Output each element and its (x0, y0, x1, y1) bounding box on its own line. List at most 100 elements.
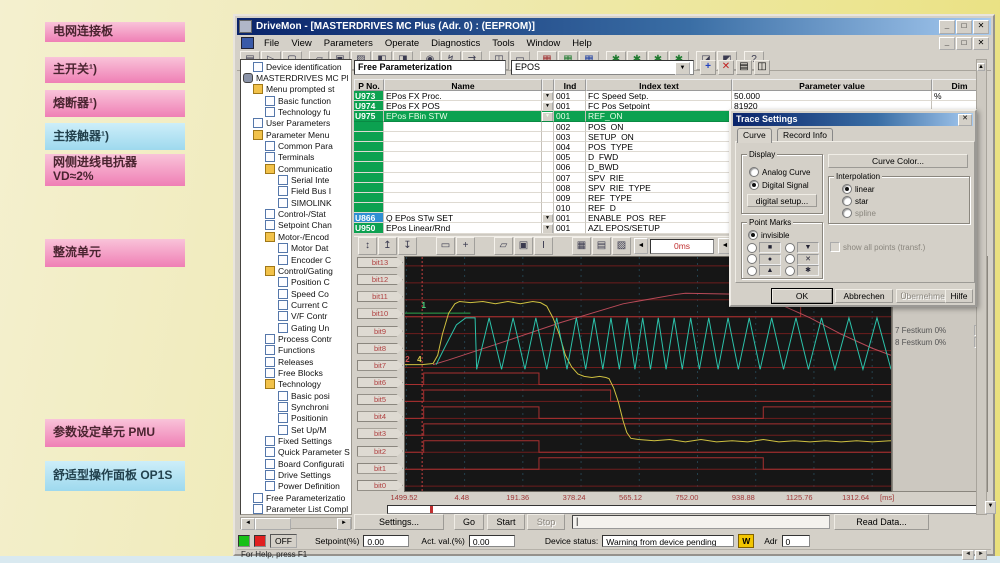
add-row-button[interactable]: + (700, 60, 716, 75)
tree-item[interactable]: Functions (241, 345, 351, 356)
row-combo-button[interactable]: ▼ (542, 111, 554, 121)
tree-item[interactable]: V/F Contr (241, 311, 351, 322)
tree-item[interactable]: Common Para (241, 140, 351, 151)
bit-tag[interactable]: bit7 (357, 360, 403, 371)
scroll-up-button[interactable]: ▲ (977, 63, 985, 71)
tree-item[interactable]: Technology (241, 379, 351, 390)
zoom-in-y-icon[interactable]: ↥ (378, 237, 397, 255)
menu-item[interactable]: Parameters (318, 38, 379, 49)
tree-item[interactable]: Device identification (241, 61, 351, 72)
trace-status-field[interactable]: | (572, 515, 830, 529)
scroll-thumb[interactable] (255, 518, 291, 530)
row-combo-button[interactable]: ▼ (542, 122, 554, 132)
bit-tag[interactable]: bit9 (357, 326, 403, 337)
point-mark-option[interactable]: ▲ (747, 265, 781, 276)
cancel-button[interactable]: Abbrechen (835, 289, 893, 303)
bit-tag[interactable]: bit0 (357, 480, 403, 491)
tree-item[interactable]: Position C (241, 277, 351, 288)
ok-button[interactable]: OK (772, 289, 832, 303)
tree-item[interactable]: Basic posi (241, 390, 351, 401)
tree-item[interactable]: Control/Gating (241, 265, 351, 276)
tab-record-info[interactable]: Record Info (777, 128, 833, 142)
row-combo-button[interactable]: ▼ (542, 91, 554, 101)
delete-row-button[interactable]: ✕ (718, 60, 734, 75)
tree-item[interactable]: Current C (241, 299, 351, 310)
setpoint-field[interactable]: 0.00 (363, 535, 409, 547)
tree-item[interactable]: Communicatio (241, 163, 351, 174)
row-combo-button[interactable]: ▼ (542, 203, 554, 213)
tree-item[interactable]: Process Contr (241, 333, 351, 344)
menu-item[interactable]: Diagnostics (425, 38, 486, 49)
row-combo-button[interactable]: ▼ (542, 223, 554, 233)
print-trace-icon[interactable]: ▨ (612, 237, 631, 255)
tree-item[interactable]: Parameter List Compl (241, 503, 351, 514)
tree-item[interactable]: Technology fu (241, 106, 351, 117)
row-combo-button[interactable]: ▼ (542, 101, 554, 111)
zoom-fit-icon[interactable]: ↕ (358, 237, 377, 255)
bit-tag[interactable]: bit10 (357, 308, 403, 319)
row-combo-button[interactable]: ▼ (542, 142, 554, 152)
menu-item[interactable]: View (285, 38, 317, 49)
point-mark-option[interactable]: ✱ (785, 265, 819, 276)
read-data-button[interactable]: Read Data... (834, 514, 929, 530)
go-button[interactable]: Go (454, 514, 484, 530)
digital-signal-radio[interactable]: Digital Signal (749, 180, 809, 190)
tree-item[interactable]: Positionin (241, 413, 351, 424)
tree-item[interactable]: Releases (241, 356, 351, 367)
list-icon[interactable]: ▤ (592, 237, 611, 255)
trace-position-slider[interactable] (387, 505, 988, 514)
tree-item[interactable]: Parameter Menu (241, 129, 351, 140)
bit-tag[interactable]: bit2 (357, 446, 403, 457)
tree-item[interactable]: Speed Co (241, 288, 351, 299)
tree-horizontal-scrollbar[interactable]: ◄ ► (240, 517, 352, 529)
new-list-button[interactable]: ▤ (736, 60, 752, 75)
open-trace-icon[interactable]: ▱ (494, 237, 513, 255)
settings-button[interactable]: Settings... (354, 514, 444, 530)
corner-scrollbar[interactable]: ◄ ► (962, 550, 987, 560)
chevron-down-icon[interactable]: ▼ (675, 62, 690, 75)
row-combo-button[interactable]: ▼ (542, 173, 554, 183)
tab-curve[interactable]: Curve (737, 128, 772, 143)
child-close-button[interactable]: ✕ (973, 37, 989, 50)
point-mark-option[interactable]: ✕ (785, 254, 819, 265)
bit-tag[interactable]: bit1 (357, 463, 403, 474)
scroll-left-button[interactable]: ◄ (241, 518, 255, 530)
row-combo-button[interactable]: ▼ (542, 162, 554, 172)
tree-item[interactable]: User Parameters (241, 118, 351, 129)
dialog-close-button[interactable]: ✕ (958, 114, 972, 126)
tree-item[interactable]: Gating Un (241, 322, 351, 333)
row-combo-button[interactable]: ▼ (542, 132, 554, 142)
info-icon[interactable]: I (534, 237, 553, 255)
menu-item[interactable]: Help (566, 38, 598, 49)
tree-item[interactable]: Menu prompted st (241, 84, 351, 95)
slider-thumb[interactable] (430, 506, 433, 513)
tree-item[interactable]: Free Parameterizatio (241, 492, 351, 503)
save-trace-icon[interactable]: ▣ (514, 237, 533, 255)
scroll-down-button[interactable]: ▼ (985, 501, 996, 514)
group-combo[interactable]: EPOS ▼ (511, 60, 694, 75)
cursor-time-field[interactable]: 0ms (650, 239, 714, 254)
interp-star-radio[interactable]: star (842, 196, 868, 206)
crosshair-icon[interactable]: + (456, 237, 475, 255)
scroll-track[interactable] (291, 518, 337, 528)
digital-setup-button[interactable]: digital setup... (747, 194, 817, 207)
dialog-title-bar[interactable]: Trace Settings ✕ (733, 113, 973, 126)
bit-tag[interactable]: bit12 (357, 274, 403, 285)
analog-curve-radio[interactable]: Analog Curve (749, 167, 810, 177)
tree-item[interactable]: Drive Settings (241, 469, 351, 480)
grid-icon[interactable]: ▦ (572, 237, 591, 255)
close-button[interactable]: ✕ (973, 20, 989, 34)
tree-item[interactable]: Power Definition (241, 481, 351, 492)
row-combo-button[interactable]: ▼ (542, 152, 554, 162)
tree-item[interactable]: Terminals (241, 152, 351, 163)
vertical-scrollbar[interactable]: ▲ ▼ (976, 59, 987, 515)
separator[interactable] (418, 237, 435, 253)
child-window-icon[interactable] (241, 37, 254, 49)
tree-item[interactable]: Motor Dat (241, 243, 351, 254)
scroll-right-icon[interactable]: ► (975, 550, 987, 560)
tree-item[interactable]: Setpoint Chan (241, 220, 351, 231)
bit-tag[interactable]: bit5 (357, 394, 403, 405)
bit-tag[interactable]: bit13 (357, 257, 403, 268)
tree-item[interactable]: Quick Parameter S (241, 447, 351, 458)
child-maximize-button[interactable]: □ (956, 37, 972, 50)
